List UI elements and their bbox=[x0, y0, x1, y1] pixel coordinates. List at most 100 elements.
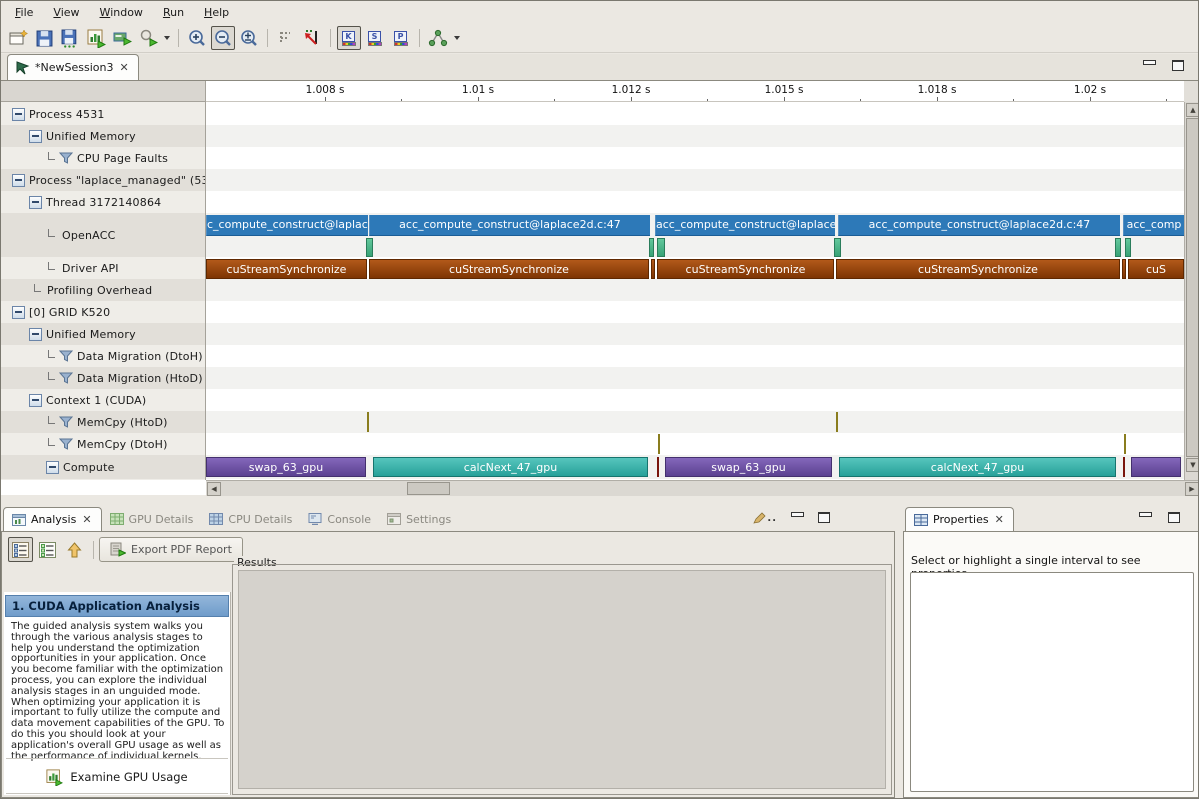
properties-minimize-icon[interactable] bbox=[1139, 512, 1152, 521]
driver-api-interval-bar[interactable]: cuStreamSynchronize bbox=[836, 259, 1120, 279]
openacc-interval-bar[interactable]: acc_compute_construct@laplace2d.c:47 bbox=[369, 215, 650, 236]
scroll-down-icon[interactable]: ▼ bbox=[1186, 458, 1199, 472]
scroll-left-icon[interactable]: ◀ bbox=[207, 482, 221, 496]
import-session-button[interactable] bbox=[110, 26, 134, 50]
save-all-button[interactable] bbox=[58, 26, 82, 50]
zoom-fit-button[interactable] bbox=[237, 26, 261, 50]
call-tree-button[interactable] bbox=[426, 26, 450, 50]
collapse-icon[interactable] bbox=[29, 328, 42, 341]
compute-kernel-bar[interactable]: swap_63_gpu bbox=[206, 457, 366, 477]
memcpy-dtoh-tick[interactable] bbox=[658, 434, 660, 454]
openacc-wait-mark[interactable] bbox=[1115, 238, 1121, 257]
tree-row[interactable]: Driver API bbox=[1, 257, 206, 279]
kernel-color-toggle[interactable]: K bbox=[337, 26, 361, 50]
mark-range-button[interactable] bbox=[274, 26, 298, 50]
goto-source-button[interactable] bbox=[300, 26, 324, 50]
scroll-up-icon[interactable]: ▲ bbox=[1186, 103, 1199, 117]
properties-maximize-icon[interactable] bbox=[1168, 512, 1180, 523]
timeline-vertical-scrollbar[interactable]: ▲ ▼ bbox=[1184, 102, 1199, 480]
timeline-ruler[interactable]: 1.008 s1.01 s1.012 s1.015 s1.018 s1.02 s bbox=[206, 81, 1184, 102]
tree-row[interactable]: Profiling Overhead bbox=[1, 279, 206, 301]
menu-file[interactable]: File bbox=[5, 3, 43, 22]
openacc-interval-bar[interactable]: acc_compute_construct@laplace2d.c:47 bbox=[838, 215, 1120, 236]
process-color-toggle[interactable]: P bbox=[389, 26, 413, 50]
tab-properties[interactable]: Properties ✕ bbox=[905, 507, 1014, 532]
tree-row[interactable]: [0] GRID K520 bbox=[1, 301, 206, 323]
menu-help[interactable]: Help bbox=[194, 3, 239, 22]
tab-settings[interactable]: Settings bbox=[379, 507, 459, 532]
memcpy-htod-tick[interactable] bbox=[367, 412, 369, 432]
tree-row[interactable]: Unified Memory bbox=[1, 125, 206, 147]
tree-row[interactable]: Data Migration (DtoH) bbox=[1, 345, 206, 367]
search-analyze-button[interactable] bbox=[136, 26, 160, 50]
tab-analysis[interactable]: Analysis✕ bbox=[3, 507, 102, 532]
compute-kernel-bar[interactable]: calcNext_47_gpu bbox=[373, 457, 648, 477]
collapse-icon[interactable] bbox=[29, 196, 42, 209]
openacc-wait-mark[interactable] bbox=[366, 238, 373, 257]
tree-row[interactable]: MemCpy (DtoH) bbox=[1, 433, 206, 455]
openacc-wait-mark[interactable] bbox=[649, 238, 654, 257]
tree-row[interactable]: Thread 3172140864 bbox=[1, 191, 206, 213]
driver-api-interval-bar[interactable]: cuStreamSynchronize bbox=[206, 259, 367, 279]
examine-gpu-usage-button[interactable]: Examine GPU Usage bbox=[4, 764, 230, 790]
tab-console[interactable]: Console bbox=[300, 507, 379, 532]
view-menu-icon[interactable]: .. bbox=[753, 512, 777, 524]
tree-row[interactable]: CPU Page Faults bbox=[1, 147, 206, 169]
openacc-wait-mark[interactable] bbox=[657, 238, 665, 257]
analysis-minimize-icon[interactable] bbox=[791, 512, 804, 521]
timeline-minimize-icon[interactable] bbox=[1143, 60, 1156, 69]
collapse-icon[interactable] bbox=[29, 394, 42, 407]
memcpy-dtoh-tick[interactable] bbox=[1124, 434, 1126, 454]
properties-tab-close-icon[interactable]: ✕ bbox=[994, 513, 1005, 526]
collapse-icon[interactable] bbox=[12, 306, 25, 319]
guided-analysis-toggle[interactable] bbox=[8, 537, 33, 562]
tree-row[interactable]: OpenACC bbox=[1, 213, 206, 257]
tab-cpu-details[interactable]: CPU Details bbox=[201, 507, 300, 532]
unguided-analysis-toggle[interactable] bbox=[35, 537, 60, 562]
session-tab[interactable]: *NewSession3 ✕ bbox=[7, 54, 139, 80]
collapse-icon[interactable] bbox=[12, 108, 25, 121]
driver-api-interval-bar[interactable]: cuS bbox=[1128, 259, 1184, 279]
tree-row[interactable]: Process "laplace_managed" (538) bbox=[1, 169, 206, 191]
compute-kernel-bar[interactable] bbox=[657, 457, 659, 477]
openacc-wait-mark[interactable] bbox=[834, 238, 841, 257]
menu-run[interactable]: Run bbox=[153, 3, 194, 22]
openacc-interval-bar[interactable]: acc_compute_construct@laplace... bbox=[655, 215, 835, 236]
export-pdf-button[interactable]: Export PDF Report bbox=[99, 537, 243, 562]
vertical-scroll-thumb[interactable] bbox=[1186, 118, 1199, 457]
scroll-right-icon[interactable]: ▶ bbox=[1185, 482, 1199, 496]
driver-api-interval-bar[interactable]: cuStreamSynchronize bbox=[657, 259, 834, 279]
driver-api-interval-bar[interactable] bbox=[651, 259, 655, 279]
tree-row[interactable]: Data Migration (HtoD) bbox=[1, 367, 206, 389]
tree-row[interactable]: Process 4531 bbox=[1, 103, 206, 125]
tree-row[interactable]: Unified Memory bbox=[1, 323, 206, 345]
tree-row[interactable]: Compute bbox=[1, 455, 206, 479]
call-tree-dropdown-caret[interactable] bbox=[454, 36, 460, 40]
compute-kernel-bar[interactable]: swap_63_gpu bbox=[665, 457, 832, 477]
back-up-button[interactable] bbox=[62, 537, 87, 562]
horizontal-scroll-thumb[interactable] bbox=[407, 482, 450, 495]
timeline-horizontal-scrollbar[interactable]: ◀ ▶ bbox=[206, 480, 1199, 496]
analysis-tab-close-icon[interactable]: ✕ bbox=[81, 513, 92, 526]
compute-kernel-bar[interactable] bbox=[1131, 457, 1181, 477]
driver-api-interval-bar[interactable]: cuStreamSynchronize bbox=[369, 259, 649, 279]
openacc-interval-bar[interactable]: c_compute_construct@laplace... bbox=[206, 215, 368, 236]
zoom-in-button[interactable] bbox=[185, 26, 209, 50]
tree-row[interactable]: MemCpy (HtoD) bbox=[1, 411, 206, 433]
new-session-button[interactable] bbox=[6, 26, 30, 50]
timeline-canvas[interactable]: c_compute_construct@laplace...acc_comput… bbox=[206, 102, 1184, 480]
save-button[interactable] bbox=[32, 26, 56, 50]
stream-color-toggle[interactable]: S bbox=[363, 26, 387, 50]
driver-api-interval-bar[interactable] bbox=[1122, 259, 1126, 279]
zoom-out-button[interactable] bbox=[211, 26, 235, 50]
memcpy-htod-tick[interactable] bbox=[836, 412, 838, 432]
openacc-wait-mark[interactable] bbox=[1125, 238, 1131, 257]
collapse-icon[interactable] bbox=[29, 130, 42, 143]
collapse-icon[interactable] bbox=[46, 461, 59, 474]
search-dropdown-caret[interactable] bbox=[164, 36, 170, 40]
menu-view[interactable]: View bbox=[43, 3, 89, 22]
analysis-maximize-icon[interactable] bbox=[818, 512, 830, 523]
tree-row[interactable]: Context 1 (CUDA) bbox=[1, 389, 206, 411]
profile-application-button[interactable] bbox=[84, 26, 108, 50]
collapse-icon[interactable] bbox=[12, 174, 25, 187]
